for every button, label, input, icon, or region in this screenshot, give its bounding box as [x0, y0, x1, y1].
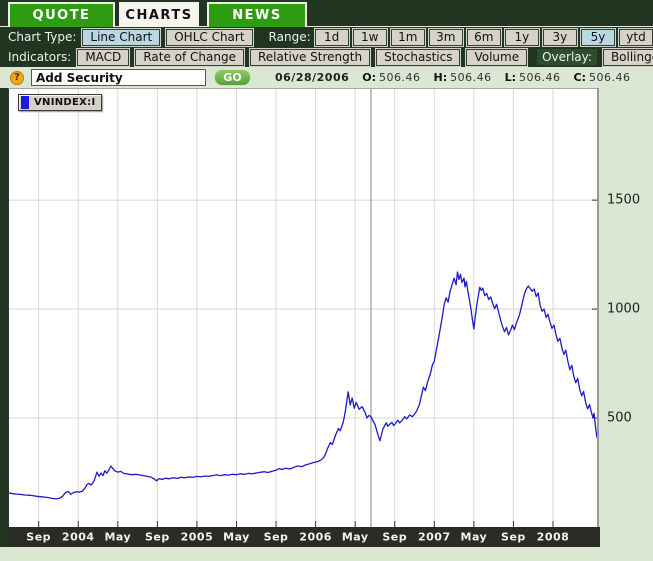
bollinger-bands-button[interactable]: Bollinger Bands [603, 49, 653, 66]
range-button-6m[interactable]: 6m [467, 29, 501, 46]
y-axis-label: 500 [607, 411, 632, 426]
tab-quote[interactable]: QUOTE [8, 2, 115, 27]
range-button-3y[interactable]: 3y [543, 29, 577, 46]
add-security-input[interactable] [31, 69, 206, 86]
x-axis-label: May [461, 531, 488, 544]
help-icon[interactable]: ? [10, 71, 24, 85]
tab-charts[interactable]: CHARTS [119, 2, 199, 27]
open-value: 506.46 [379, 71, 421, 84]
chart-left-border [0, 88, 8, 547]
quote-strip: 06/28/2006 O:506.46 H:506.46 L:506.46 C:… [275, 71, 631, 84]
y-axis-label: 1000 [607, 302, 640, 317]
tab-bar: QUOTE CHARTS NEWS [0, 0, 653, 27]
indicators-toolbar: Indicators: MACD Rate of Change Relative… [0, 47, 653, 67]
overlay-label: Overlay: [537, 49, 597, 65]
x-axis-label: Sep [264, 531, 289, 544]
x-axis-label: Sep [382, 531, 407, 544]
indicators-label: Indicators: [8, 50, 71, 64]
high-value: 506.46 [450, 71, 492, 84]
rate-of-change-button[interactable]: Rate of Change [135, 49, 244, 66]
stochastics-button[interactable]: Stochastics [376, 49, 460, 66]
range-button-1m[interactable]: 1m [391, 29, 425, 46]
line-chart-button[interactable]: Line Chart [82, 29, 160, 46]
x-axis-label: Sep [145, 531, 170, 544]
range-button-5y[interactable]: 5y [581, 29, 615, 46]
go-button[interactable]: GO [214, 69, 251, 86]
price-chart-plot[interactable]: VNINDEX:I [8, 88, 597, 527]
volume-button[interactable]: Volume [466, 49, 527, 66]
high-label: H: [434, 71, 448, 84]
x-axis-label: May [223, 531, 250, 544]
chart-type-label: Chart Type: [8, 30, 76, 44]
chart-legend: VNINDEX:I [18, 94, 102, 111]
charting-app: QUOTE CHARTS NEWS Chart Type: Line Chart… [0, 0, 653, 561]
x-axis-label: May [104, 531, 131, 544]
price-chart-svg [9, 89, 597, 527]
x-axis-label: 2006 [299, 531, 332, 544]
close-value: 506.46 [589, 71, 631, 84]
close-label: C: [574, 71, 586, 84]
close-quote: C:506.46 [574, 71, 631, 84]
range-button-3m[interactable]: 3m [429, 29, 463, 46]
y-axis-label: 1500 [607, 193, 640, 208]
tab-news[interactable]: NEWS [207, 2, 307, 27]
low-label: L: [505, 71, 516, 84]
open-label: O: [362, 71, 376, 84]
series-swatch-icon [21, 96, 29, 109]
x-axis-label: Sep [26, 531, 51, 544]
low-quote: L:506.46 [505, 71, 561, 84]
open-quote: O:506.46 [362, 71, 420, 84]
relative-strength-button[interactable]: Relative Strength [250, 49, 370, 66]
low-value: 506.46 [519, 71, 561, 84]
security-bar: ? GO 06/28/2006 O:506.46 H:506.46 L:506.… [0, 67, 653, 88]
macd-button[interactable]: MACD [77, 49, 129, 66]
x-axis-label: 2007 [418, 531, 451, 544]
range-button-1y[interactable]: 1y [505, 29, 539, 46]
series-symbol: VNINDEX:I [34, 97, 95, 108]
x-axis-label: 2004 [62, 531, 95, 544]
x-axis-label: Sep [501, 531, 526, 544]
high-quote: H:506.46 [434, 71, 492, 84]
range-button-ytd[interactable]: ytd [619, 29, 653, 46]
y-axis-panel: 500 1000 1500 [597, 88, 653, 527]
chart-type-toolbar: Chart Type: Line Chart OHLC Chart Range:… [0, 27, 653, 47]
x-axis-label: 2008 [537, 531, 570, 544]
quote-date: 06/28/2006 [275, 71, 349, 84]
range-button-1d[interactable]: 1d [315, 29, 349, 46]
x-axis-label: May [342, 531, 369, 544]
range-button-1w[interactable]: 1w [353, 29, 387, 46]
range-label: Range: [269, 30, 311, 44]
price-line [9, 272, 597, 499]
x-axis-label: 2005 [181, 531, 214, 544]
ohlc-chart-button[interactable]: OHLC Chart [166, 29, 252, 46]
x-axis-bar: Sep 2004 May Sep 2005 May Sep 2006 May Sep 2007 May… [8, 527, 600, 547]
